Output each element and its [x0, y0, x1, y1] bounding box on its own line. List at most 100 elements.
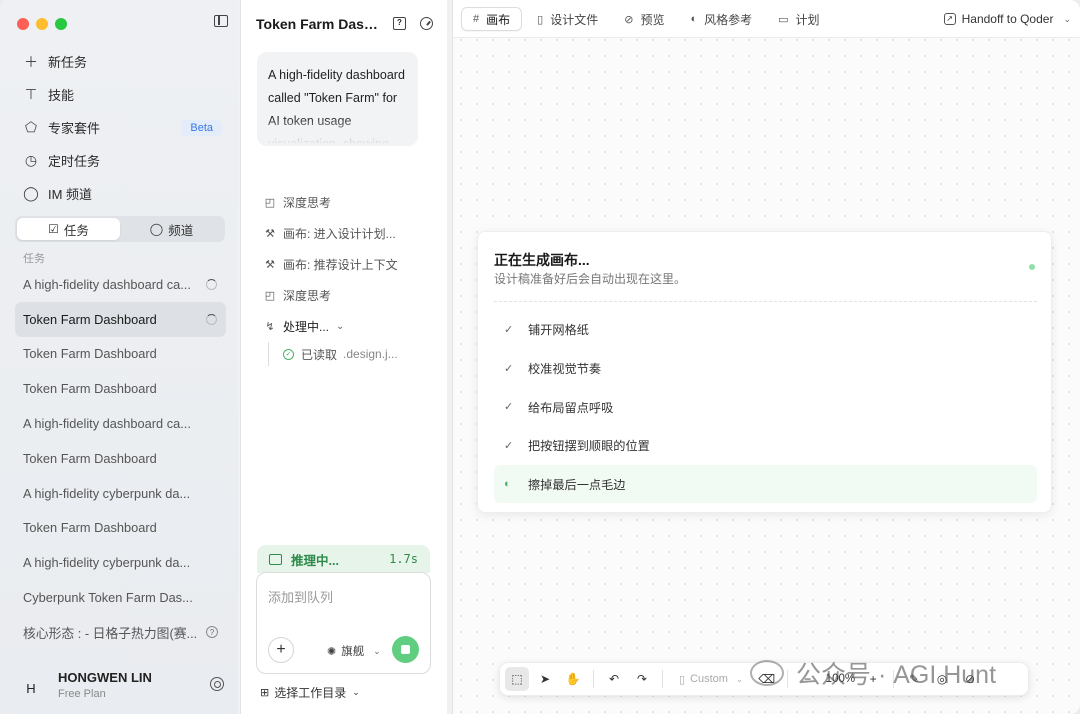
stop-button[interactable] — [392, 636, 419, 663]
task-label: Token Farm Dashboard — [23, 450, 157, 466]
chevron-down-icon: ⌄ — [735, 674, 743, 684]
grid-icon: # — [473, 13, 480, 25]
tab-style-reference[interactable]: ◐ 风格参考 — [679, 7, 763, 31]
minimize-window-button[interactable] — [36, 18, 48, 30]
sidebar-toggle-icon[interactable] — [214, 15, 228, 27]
step-item-processing[interactable]: ↯ 处理中... ⌄ — [264, 311, 439, 342]
checklist-label: 校准视觉节奏 — [528, 362, 602, 377]
pointer-tool-icon[interactable]: ➤ — [533, 667, 557, 691]
chevron-down-icon: ⌄ — [1063, 13, 1071, 24]
task-label: A high-fidelity cyberpunk da... — [23, 485, 191, 501]
task-item[interactable]: 核心形态 : - 日格子热力图(赛...? — [15, 615, 226, 650]
task-item-active[interactable]: Token Farm Dashboard — [15, 301, 226, 337]
palette-icon: ◐ — [504, 478, 511, 491]
nav-scheduled-tasks[interactable]: ◷ 定时任务 — [14, 144, 226, 177]
tab-label: 风格参考 — [704, 12, 753, 27]
loading-spinner-icon — [206, 278, 217, 290]
task-label: 核心形态 : - 日格子热力图(赛... — [23, 625, 198, 641]
card-subtitle: 设计稿准备好后会自动出现在这里。 — [494, 272, 687, 286]
task-item[interactable]: Token Farm Dashboard — [15, 441, 226, 476]
settings-gear-icon[interactable] — [210, 677, 224, 691]
chevron-down-icon: ⌄ — [352, 687, 360, 697]
tab-preview[interactable]: ⊘ 预览 — [613, 7, 675, 31]
step-label: 画布: 推荐设计上下文 — [283, 258, 398, 272]
chat-icon: ◯ — [23, 185, 39, 201]
tab-channels[interactable]: ◯ 频道 — [120, 218, 223, 240]
nav-label: 专家套件 — [48, 121, 101, 136]
canvas-area: # 画布 ▯ 设计文件 ⊘ 预览 ◐ 风格参考 ▭ 计划 ↗ Handoff to Qod… — [452, 0, 1080, 714]
wrench-icon: ⚒ — [265, 228, 275, 240]
composer[interactable]: 添加到队列 + ✺ 旗舰 ⌄ — [256, 572, 431, 674]
close-window-button[interactable] — [17, 18, 29, 30]
puzzle-icon: ⬠ — [24, 119, 38, 135]
progress-checklist: ✓ 铺开网格纸 ✓ 校准视觉节奏 ✓ 给布局留点呼吸 ✓ 把按钮摆到顺眼的位置 ◐ 擦掉最… — [494, 310, 1037, 504]
help-icon[interactable]: ? — [206, 626, 218, 639]
task-item[interactable]: A high-fidelity dashboard ca... — [15, 406, 226, 441]
nav-new-task[interactable]: ＋ 新任务 — [14, 45, 226, 78]
toolbar-divider — [662, 670, 663, 688]
nav-im-channels[interactable]: ◯ IM 频道 — [14, 177, 226, 210]
beta-badge: Beta — [181, 119, 222, 136]
task-label: A high-fidelity cyberpunk da... — [23, 555, 191, 571]
undo-icon[interactable]: ↶ — [602, 667, 626, 691]
hand-tool-icon[interactable]: ✋ — [561, 667, 585, 691]
avatar: H — [26, 680, 36, 696]
task-item[interactable]: A high-fidelity cyberpunk da... — [15, 476, 226, 511]
task-item[interactable]: A high-fidelity cyberpunk da... — [15, 545, 226, 580]
tab-label: 预览 — [640, 12, 665, 27]
model-icon: ✺ — [327, 645, 337, 658]
step-label: 深度思考 — [283, 196, 332, 210]
task-list: A high-fidelity dashboard ca... Token Fa… — [15, 267, 226, 650]
workdir-selector[interactable]: ⊞ 选择工作目录 ⌄ — [260, 684, 360, 701]
process-icon: ↯ — [265, 321, 275, 333]
tab-plan[interactable]: ▭ 计划 — [767, 7, 830, 31]
nav-label: 技能 — [48, 88, 75, 103]
step-item[interactable]: ⚒ 画布: 进入设计计划... — [264, 218, 439, 249]
task-item[interactable]: Token Farm Dashboard — [15, 371, 226, 406]
step-item[interactable]: ◰ 深度思考 — [264, 187, 439, 218]
task-item[interactable]: Cyberpunk Token Farm Das... — [15, 580, 226, 615]
handoff-dropdown[interactable]: ↗ Handoff to Qoder ⌄ — [943, 12, 1071, 26]
chevron-down-icon: ⌄ — [336, 321, 345, 332]
tab-canvas[interactable]: # 画布 — [461, 7, 523, 31]
preset-dropdown[interactable]: ▯ Custom ⌄ — [671, 673, 751, 686]
nav-expert-kits[interactable]: ⬠ 专家套件 Beta — [14, 111, 226, 144]
step-item[interactable]: ◰ 深度思考 — [264, 280, 439, 311]
think-icon: ◰ — [264, 197, 276, 209]
task-item[interactable]: Token Farm Dashboard — [15, 511, 226, 546]
nav-skills[interactable]: ⊤ 技能 — [14, 78, 226, 111]
task-item[interactable]: A high-fidelity dashboard ca... — [15, 267, 226, 302]
zoom-window-button[interactable] — [55, 18, 67, 30]
task-label: A high-fidelity dashboard ca... — [23, 276, 191, 292]
tab-label: 设计文件 — [550, 12, 599, 27]
user-profile[interactable]: H HONGWEN LIN Free Plan — [18, 665, 228, 703]
tab-channels-label: 频道 — [168, 223, 194, 238]
checklist-item: ✓ 校准视觉节奏 — [494, 349, 1037, 388]
watermark-text: 公众号 · AGI Hunt — [796, 661, 997, 689]
step-item[interactable]: ⚒ 画布: 推荐设计上下文 — [264, 249, 439, 280]
attach-button[interactable]: + — [268, 637, 294, 663]
step-label: 画布: 进入设计计划... — [283, 227, 396, 241]
tab-tasks-label: 任务 — [63, 223, 89, 238]
model-selector[interactable]: ✺ 旗舰 ⌄ — [327, 643, 381, 659]
tab-design-files[interactable]: ▯ 设计文件 — [526, 7, 609, 31]
skill-icon: ⊤ — [24, 86, 38, 102]
select-area-tool-icon[interactable]: ⬚ — [505, 667, 529, 691]
composer-input[interactable]: 添加到队列 — [268, 587, 333, 606]
eye-icon: ⊘ — [624, 13, 634, 26]
preset-label: Custom — [690, 673, 728, 685]
clock-icon: ◷ — [24, 152, 38, 168]
task-item[interactable]: Token Farm Dashboard — [15, 337, 226, 372]
redo-icon[interactable]: ↷ — [630, 667, 654, 691]
task-label: Cyberpunk Token Farm Das... — [23, 590, 193, 606]
reasoning-time: 1.7s — [389, 552, 418, 566]
sub-step-label: 已读取 — [301, 347, 338, 362]
sub-step: ✓ 已读取 .design.j... — [268, 342, 398, 366]
checkbox-icon: ☑ — [48, 222, 59, 236]
history-icon[interactable] — [420, 17, 433, 30]
check-icon: ✓ — [504, 439, 514, 452]
summary-icon[interactable]: ? — [393, 17, 406, 30]
message-icon — [269, 553, 282, 565]
tab-tasks[interactable]: ☑ 任务 — [17, 218, 120, 240]
nav-label: 新任务 — [48, 55, 88, 70]
